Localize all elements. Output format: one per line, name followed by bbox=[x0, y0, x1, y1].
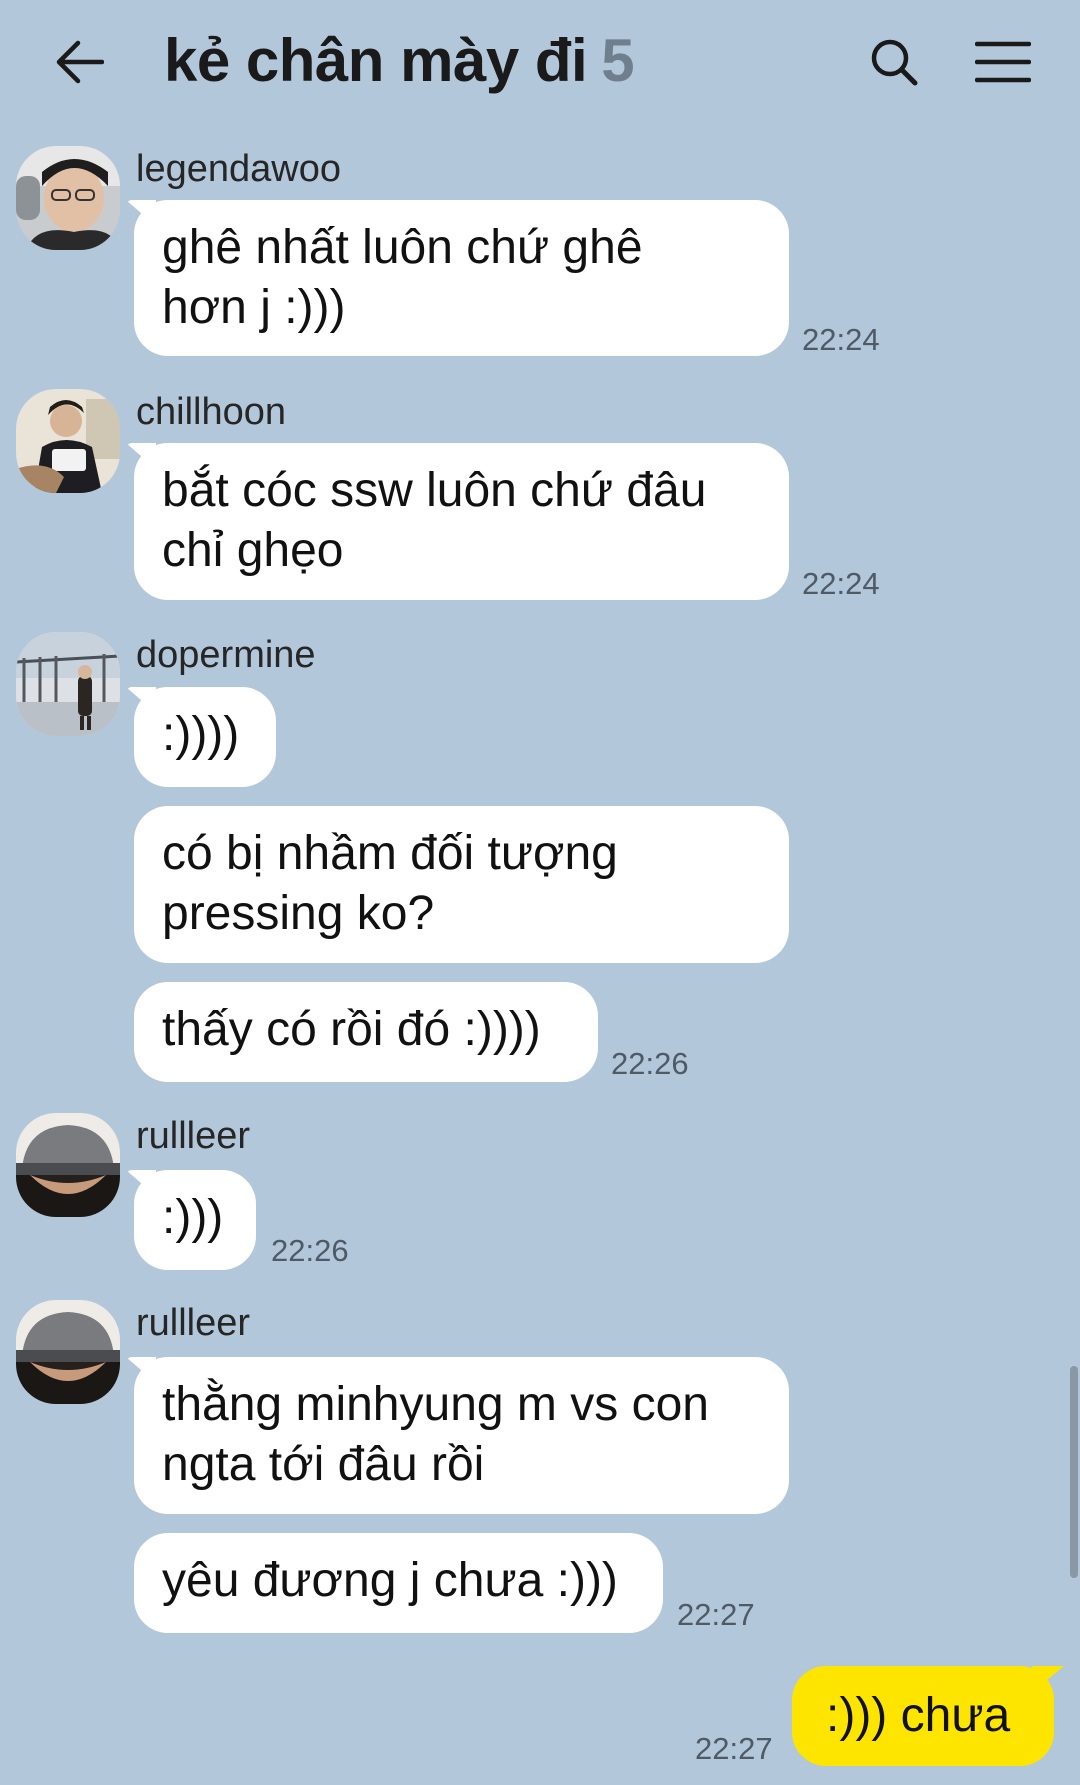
avatar-rullleer[interactable] bbox=[16, 1300, 120, 1404]
sender-name: legendawoo bbox=[136, 148, 341, 190]
hamburger-menu-icon bbox=[975, 41, 1031, 83]
arrow-left-icon bbox=[56, 40, 104, 84]
message-bubble[interactable]: ghê nhất luôn chứ ghê hơn j :))) bbox=[134, 200, 789, 356]
avatar-chillhoon[interactable] bbox=[16, 389, 120, 493]
member-count: 5 bbox=[601, 27, 635, 94]
sender-name: chillhoon bbox=[136, 391, 286, 433]
message-bubble[interactable]: thấy có rồi đó :)))) bbox=[134, 982, 598, 1082]
message-time: 22:26 bbox=[611, 1046, 689, 1081]
message-bubble[interactable]: có bị nhầm đối tượng pressing ko? bbox=[134, 806, 789, 963]
message-bubble[interactable]: bắt cóc ssw luôn chứ đâu chỉ ghẹo bbox=[134, 443, 789, 600]
avatar-legendawoo[interactable] bbox=[16, 146, 120, 250]
message-bubble[interactable]: thằng minhyung m vs con ngta tới đâu rồi bbox=[134, 1357, 789, 1514]
search-icon bbox=[871, 39, 918, 86]
chat-room-name: kẻ chân mày đi bbox=[164, 27, 588, 94]
sender-name: rullleer bbox=[136, 1115, 251, 1157]
avatar-dopermine[interactable] bbox=[16, 632, 120, 736]
chat-header: kẻ chân mày đi 5 bbox=[0, 0, 1080, 130]
menu-button[interactable] bbox=[968, 30, 1038, 94]
avatar-rullleer[interactable] bbox=[16, 1113, 120, 1217]
message-time: 22:24 bbox=[802, 322, 880, 357]
my-message-bubble[interactable]: :))) chưa bbox=[792, 1666, 1054, 1766]
message-bubble[interactable]: yêu đương j chưa :))) bbox=[134, 1533, 663, 1633]
message-time: 22:24 bbox=[802, 566, 880, 601]
search-button[interactable] bbox=[862, 30, 926, 94]
chat-title: kẻ chân mày đi 5 bbox=[164, 26, 635, 95]
back-button[interactable] bbox=[48, 30, 112, 94]
scrollbar[interactable] bbox=[1070, 1366, 1078, 1578]
sender-name: rullleer bbox=[136, 1302, 251, 1344]
message-time: 22:26 bbox=[271, 1233, 349, 1268]
message-bubble[interactable]: :)))) bbox=[134, 687, 276, 787]
message-time: 22:27 bbox=[677, 1597, 755, 1632]
message-time: 22:27 bbox=[695, 1731, 773, 1766]
message-bubble[interactable]: :))) bbox=[134, 1170, 256, 1270]
sender-name: dopermine bbox=[136, 634, 316, 676]
